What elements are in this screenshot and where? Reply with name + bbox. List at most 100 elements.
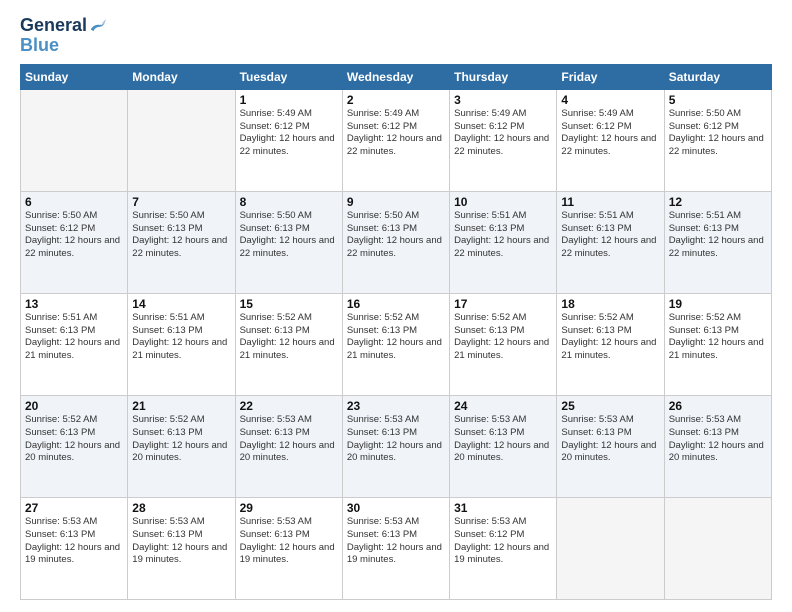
calendar-cell: 10Sunrise: 5:51 AMSunset: 6:13 PMDayligh… <box>450 191 557 293</box>
calendar-cell: 6Sunrise: 5:50 AMSunset: 6:12 PMDaylight… <box>21 191 128 293</box>
calendar-week-3: 13Sunrise: 5:51 AMSunset: 6:13 PMDayligh… <box>21 293 772 395</box>
calendar-cell: 8Sunrise: 5:50 AMSunset: 6:13 PMDaylight… <box>235 191 342 293</box>
day-number: 21 <box>132 399 230 413</box>
day-info: Sunrise: 5:53 AMSunset: 6:13 PMDaylight:… <box>132 516 230 567</box>
calendar-cell: 19Sunrise: 5:52 AMSunset: 6:13 PMDayligh… <box>664 293 771 395</box>
header: General Blue <box>20 16 772 56</box>
day-number: 10 <box>454 195 552 209</box>
calendar-body: 1 Sunrise: 5:49 AMSunset: 6:12 PMDaylight… <box>21 89 772 599</box>
day-info: Sunrise: 5:52 AMSunset: 6:13 PMDaylight:… <box>240 312 338 363</box>
day-info: Sunrise: 5:50 AMSunset: 6:12 PMDaylight:… <box>669 108 767 159</box>
day-info: Sunrise: 5:51 AMSunset: 6:13 PMDaylight:… <box>132 312 230 363</box>
calendar-cell <box>128 89 235 191</box>
day-number: 15 <box>240 297 338 311</box>
weekday-header-friday: Friday <box>557 64 664 89</box>
day-number: 12 <box>669 195 767 209</box>
weekday-header-thursday: Thursday <box>450 64 557 89</box>
page: General Blue SundayMondayTuesdayWednesda… <box>0 0 792 612</box>
day-info: Sunrise: 5:50 AMSunset: 6:13 PMDaylight:… <box>132 210 230 261</box>
day-info: Sunrise: 5:50 AMSunset: 6:13 PMDaylight:… <box>240 210 338 261</box>
calendar-cell: 30Sunrise: 5:53 AMSunset: 6:13 PMDayligh… <box>342 497 449 599</box>
day-info: Sunrise: 5:53 AMSunset: 6:13 PMDaylight:… <box>240 516 338 567</box>
calendar-cell: 9Sunrise: 5:50 AMSunset: 6:13 PMDaylight… <box>342 191 449 293</box>
calendar-cell: 23Sunrise: 5:53 AMSunset: 6:13 PMDayligh… <box>342 395 449 497</box>
calendar-cell: 15Sunrise: 5:52 AMSunset: 6:13 PMDayligh… <box>235 293 342 395</box>
day-number: 3 <box>454 93 552 107</box>
day-info: Sunrise: 5:53 AMSunset: 6:13 PMDaylight:… <box>669 414 767 465</box>
day-number: 24 <box>454 399 552 413</box>
day-info: Sunrise: 5:52 AMSunset: 6:13 PMDaylight:… <box>669 312 767 363</box>
day-info: Sunrise: 5:53 AMSunset: 6:13 PMDaylight:… <box>240 414 338 465</box>
calendar-week-4: 20Sunrise: 5:52 AMSunset: 6:13 PMDayligh… <box>21 395 772 497</box>
day-info: Sunrise: 5:52 AMSunset: 6:13 PMDaylight:… <box>132 414 230 465</box>
day-number: 31 <box>454 501 552 515</box>
day-info: Sunrise: 5:51 AMSunset: 6:13 PMDaylight:… <box>25 312 123 363</box>
calendar-cell: 25Sunrise: 5:53 AMSunset: 6:13 PMDayligh… <box>557 395 664 497</box>
day-info: Sunrise: 5:50 AMSunset: 6:13 PMDaylight:… <box>347 210 445 261</box>
day-number: 26 <box>669 399 767 413</box>
weekday-header-wednesday: Wednesday <box>342 64 449 89</box>
calendar-cell: 13Sunrise: 5:51 AMSunset: 6:13 PMDayligh… <box>21 293 128 395</box>
calendar-cell: 17Sunrise: 5:52 AMSunset: 6:13 PMDayligh… <box>450 293 557 395</box>
day-number: 13 <box>25 297 123 311</box>
day-number: 20 <box>25 399 123 413</box>
day-info: Sunrise: 5:51 AMSunset: 6:13 PMDaylight:… <box>561 210 659 261</box>
calendar-cell: 24Sunrise: 5:53 AMSunset: 6:13 PMDayligh… <box>450 395 557 497</box>
day-number: 6 <box>25 195 123 209</box>
day-info: Sunrise: 5:52 AMSunset: 6:13 PMDaylight:… <box>25 414 123 465</box>
calendar-cell: 12Sunrise: 5:51 AMSunset: 6:13 PMDayligh… <box>664 191 771 293</box>
day-info: Sunrise: 5:53 AMSunset: 6:12 PMDaylight:… <box>454 516 552 567</box>
calendar-week-5: 27Sunrise: 5:53 AMSunset: 6:13 PMDayligh… <box>21 497 772 599</box>
day-info: Sunrise: 5:53 AMSunset: 6:13 PMDaylight:… <box>25 516 123 567</box>
calendar-cell: 1Sunrise: 5:49 AMSunset: 6:12 PMDaylight… <box>235 89 342 191</box>
day-number: 22 <box>240 399 338 413</box>
day-info: Sunrise: 5:53 AMSunset: 6:13 PMDaylight:… <box>347 414 445 465</box>
calendar-cell: 26Sunrise: 5:53 AMSunset: 6:13 PMDayligh… <box>664 395 771 497</box>
calendar-cell: 16Sunrise: 5:52 AMSunset: 6:13 PMDayligh… <box>342 293 449 395</box>
calendar-cell: 27Sunrise: 5:53 AMSunset: 6:13 PMDayligh… <box>21 497 128 599</box>
day-info: Sunrise: 5:53 AMSunset: 6:13 PMDaylight:… <box>347 516 445 567</box>
day-info: Sunrise: 5:49 AMSunset: 6:12 PMDaylight:… <box>561 108 659 159</box>
day-number: 29 <box>240 501 338 515</box>
calendar-week-2: 6Sunrise: 5:50 AMSunset: 6:12 PMDaylight… <box>21 191 772 293</box>
day-info: Sunrise: 5:53 AMSunset: 6:13 PMDaylight:… <box>561 414 659 465</box>
day-number: 2 <box>347 93 445 107</box>
day-number: 8 <box>240 195 338 209</box>
calendar-cell <box>664 497 771 599</box>
calendar-cell: 21Sunrise: 5:52 AMSunset: 6:13 PMDayligh… <box>128 395 235 497</box>
day-number: 1 <box>240 93 338 107</box>
logo-blue: Blue <box>20 35 59 55</box>
calendar-week-1: 1 Sunrise: 5:49 AMSunset: 6:12 PMDaylight… <box>21 89 772 191</box>
calendar-cell: 5Sunrise: 5:50 AMSunset: 6:12 PMDaylight… <box>664 89 771 191</box>
calendar-cell: 20Sunrise: 5:52 AMSunset: 6:13 PMDayligh… <box>21 395 128 497</box>
calendar-cell: 3Sunrise: 5:49 AMSunset: 6:12 PMDaylight… <box>450 89 557 191</box>
day-number: 17 <box>454 297 552 311</box>
calendar-header-row: SundayMondayTuesdayWednesdayThursdayFrid… <box>21 64 772 89</box>
calendar-cell: 14Sunrise: 5:51 AMSunset: 6:13 PMDayligh… <box>128 293 235 395</box>
day-number: 7 <box>132 195 230 209</box>
weekday-header-saturday: Saturday <box>664 64 771 89</box>
day-info: Sunrise: 5:51 AMSunset: 6:13 PMDaylight:… <box>454 210 552 261</box>
day-number: 18 <box>561 297 659 311</box>
day-info: Sunrise: 5:51 AMSunset: 6:13 PMDaylight:… <box>669 210 767 261</box>
weekday-header-sunday: Sunday <box>21 64 128 89</box>
weekday-header-tuesday: Tuesday <box>235 64 342 89</box>
day-number: 9 <box>347 195 445 209</box>
calendar-cell <box>557 497 664 599</box>
day-number: 23 <box>347 399 445 413</box>
calendar-cell: 2Sunrise: 5:49 AMSunset: 6:12 PMDaylight… <box>342 89 449 191</box>
calendar-cell: 31Sunrise: 5:53 AMSunset: 6:12 PMDayligh… <box>450 497 557 599</box>
calendar-cell: 4Sunrise: 5:49 AMSunset: 6:12 PMDaylight… <box>557 89 664 191</box>
calendar-cell <box>21 89 128 191</box>
logo-bird-icon <box>89 16 107 34</box>
calendar-cell: 11Sunrise: 5:51 AMSunset: 6:13 PMDayligh… <box>557 191 664 293</box>
calendar-cell: 29Sunrise: 5:53 AMSunset: 6:13 PMDayligh… <box>235 497 342 599</box>
logo-general: General <box>20 16 87 36</box>
day-number: 19 <box>669 297 767 311</box>
day-number: 28 <box>132 501 230 515</box>
day-info: Sunrise: 5:52 AMSunset: 6:13 PMDaylight:… <box>454 312 552 363</box>
day-info: Sunrise: 5:53 AMSunset: 6:13 PMDaylight:… <box>454 414 552 465</box>
calendar-cell: 18Sunrise: 5:52 AMSunset: 6:13 PMDayligh… <box>557 293 664 395</box>
day-number: 5 <box>669 93 767 107</box>
calendar-cell: 7Sunrise: 5:50 AMSunset: 6:13 PMDaylight… <box>128 191 235 293</box>
